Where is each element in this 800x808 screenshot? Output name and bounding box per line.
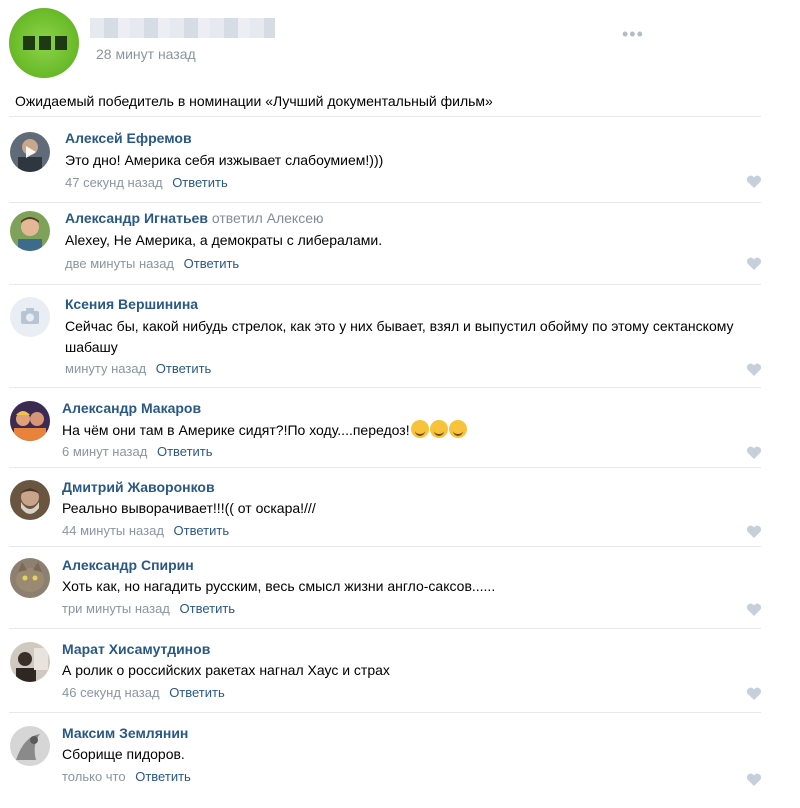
commenter-name[interactable]: Александр Игнатьев ответил Алексею [65,210,324,226]
comment-meta: две минуты назад Ответить [65,256,239,271]
reply-button[interactable]: Ответить [135,769,191,784]
comment-meta: 44 минуты назад Ответить [62,523,229,538]
post-menu-icon[interactable]: ••• [622,24,644,45]
comment-divider [9,284,761,285]
commenter-name[interactable]: Дмитрий Жаворонков [62,479,215,495]
commenter-name[interactable]: Алексей Ефремов [65,130,192,146]
reply-to-label[interactable]: ответил Алексею [212,210,324,226]
comment-time[interactable]: три минуты назад [62,601,170,616]
comment-divider [9,387,761,388]
comment-time[interactable]: только что [62,769,126,784]
comment-time[interactable]: 44 минуты назад [62,523,164,538]
comment-text: Это дно! Америка себя изжывает слабоумие… [65,152,384,168]
reply-button[interactable]: Ответить [156,361,212,376]
comment-time[interactable]: 47 секунд назад [65,175,163,190]
comment-text: Alexey, Не Америка, а демократы с либера… [65,232,383,248]
like-icon[interactable] [746,525,762,539]
comment-meta: три минуты назад Ответить [62,601,235,616]
commenter-avatar[interactable] [10,480,50,520]
commenter-avatar[interactable] [10,297,50,337]
reply-button[interactable]: Ответить [174,523,230,538]
comment-text: На чём они там в Америке сидят?!По ходу.… [62,420,752,441]
rofl-emoji-icon [410,420,429,438]
zany-face-emoji-icon [448,420,467,438]
reply-button[interactable]: Ответить [184,256,240,271]
like-icon[interactable] [746,363,762,377]
comment-meta: 6 минут назад Ответить [62,444,213,459]
like-icon[interactable] [746,175,762,189]
comment-divider [9,202,761,203]
post-time[interactable]: 28 минут назад [96,46,196,62]
comment-text: Хоть как, но нагадить русским, весь смыс… [62,578,496,594]
commenter-name[interactable]: Марат Хисамутдинов [62,641,210,657]
rofl-emoji-icon [429,420,448,438]
commenter-name[interactable]: Александр Спирин [62,557,194,573]
comment-time[interactable]: 46 секунд назад [62,685,160,700]
like-icon[interactable] [746,603,762,617]
commenter-avatar[interactable] [10,211,50,251]
comment-text: Сборище пидоров. [62,746,185,762]
comment-divider [9,712,761,713]
post-author-name-blurred[interactable] [90,18,275,38]
post-divider [9,116,761,117]
comment-time[interactable]: минуту назад [65,361,146,376]
post-text: Ожидаемый победитель в номинации «Лучший… [15,93,493,109]
comment-divider [9,467,761,468]
comment-text: Реально выворачивает!!!(( от оскара!/// [62,500,316,516]
commenter-name[interactable]: Александр Макаров [62,400,201,416]
reply-button[interactable]: Ответить [180,601,236,616]
comment-text: А ролик о российских ракетах нагнал Хаус… [62,662,390,678]
comment-meta: 46 секунд назад Ответить [62,685,225,700]
commenter-avatar[interactable] [10,642,50,682]
commenter-avatar[interactable] [10,726,50,766]
comment-meta: 47 секунд назад Ответить [65,175,228,190]
post-header: 28 минут назад ••• [0,0,800,90]
like-icon[interactable] [746,773,762,787]
like-icon[interactable] [746,446,762,460]
comment-meta: минуту назад Ответить [65,361,211,376]
commenter-name[interactable]: Ксения Вершинина [65,296,198,312]
commenter-avatar[interactable] [10,132,50,172]
reply-button[interactable]: Ответить [169,685,225,700]
comment-time[interactable]: две минуты назад [65,256,174,271]
post-author-avatar[interactable] [9,8,79,78]
comment-text: Сейчас бы, какой нибудь стрелок, как это… [65,318,734,355]
commenter-name[interactable]: Максим Землянин [62,725,188,741]
like-icon[interactable] [746,257,762,271]
comment-time[interactable]: 6 минут назад [62,444,147,459]
comment-divider [9,546,761,547]
commenter-avatar[interactable] [10,401,50,441]
comment-meta: только что Ответить [62,769,191,784]
like-icon[interactable] [746,687,762,701]
commenter-avatar[interactable] [10,558,50,598]
reply-button[interactable]: Ответить [172,175,228,190]
reply-button[interactable]: Ответить [157,444,213,459]
comment-divider [9,628,761,629]
